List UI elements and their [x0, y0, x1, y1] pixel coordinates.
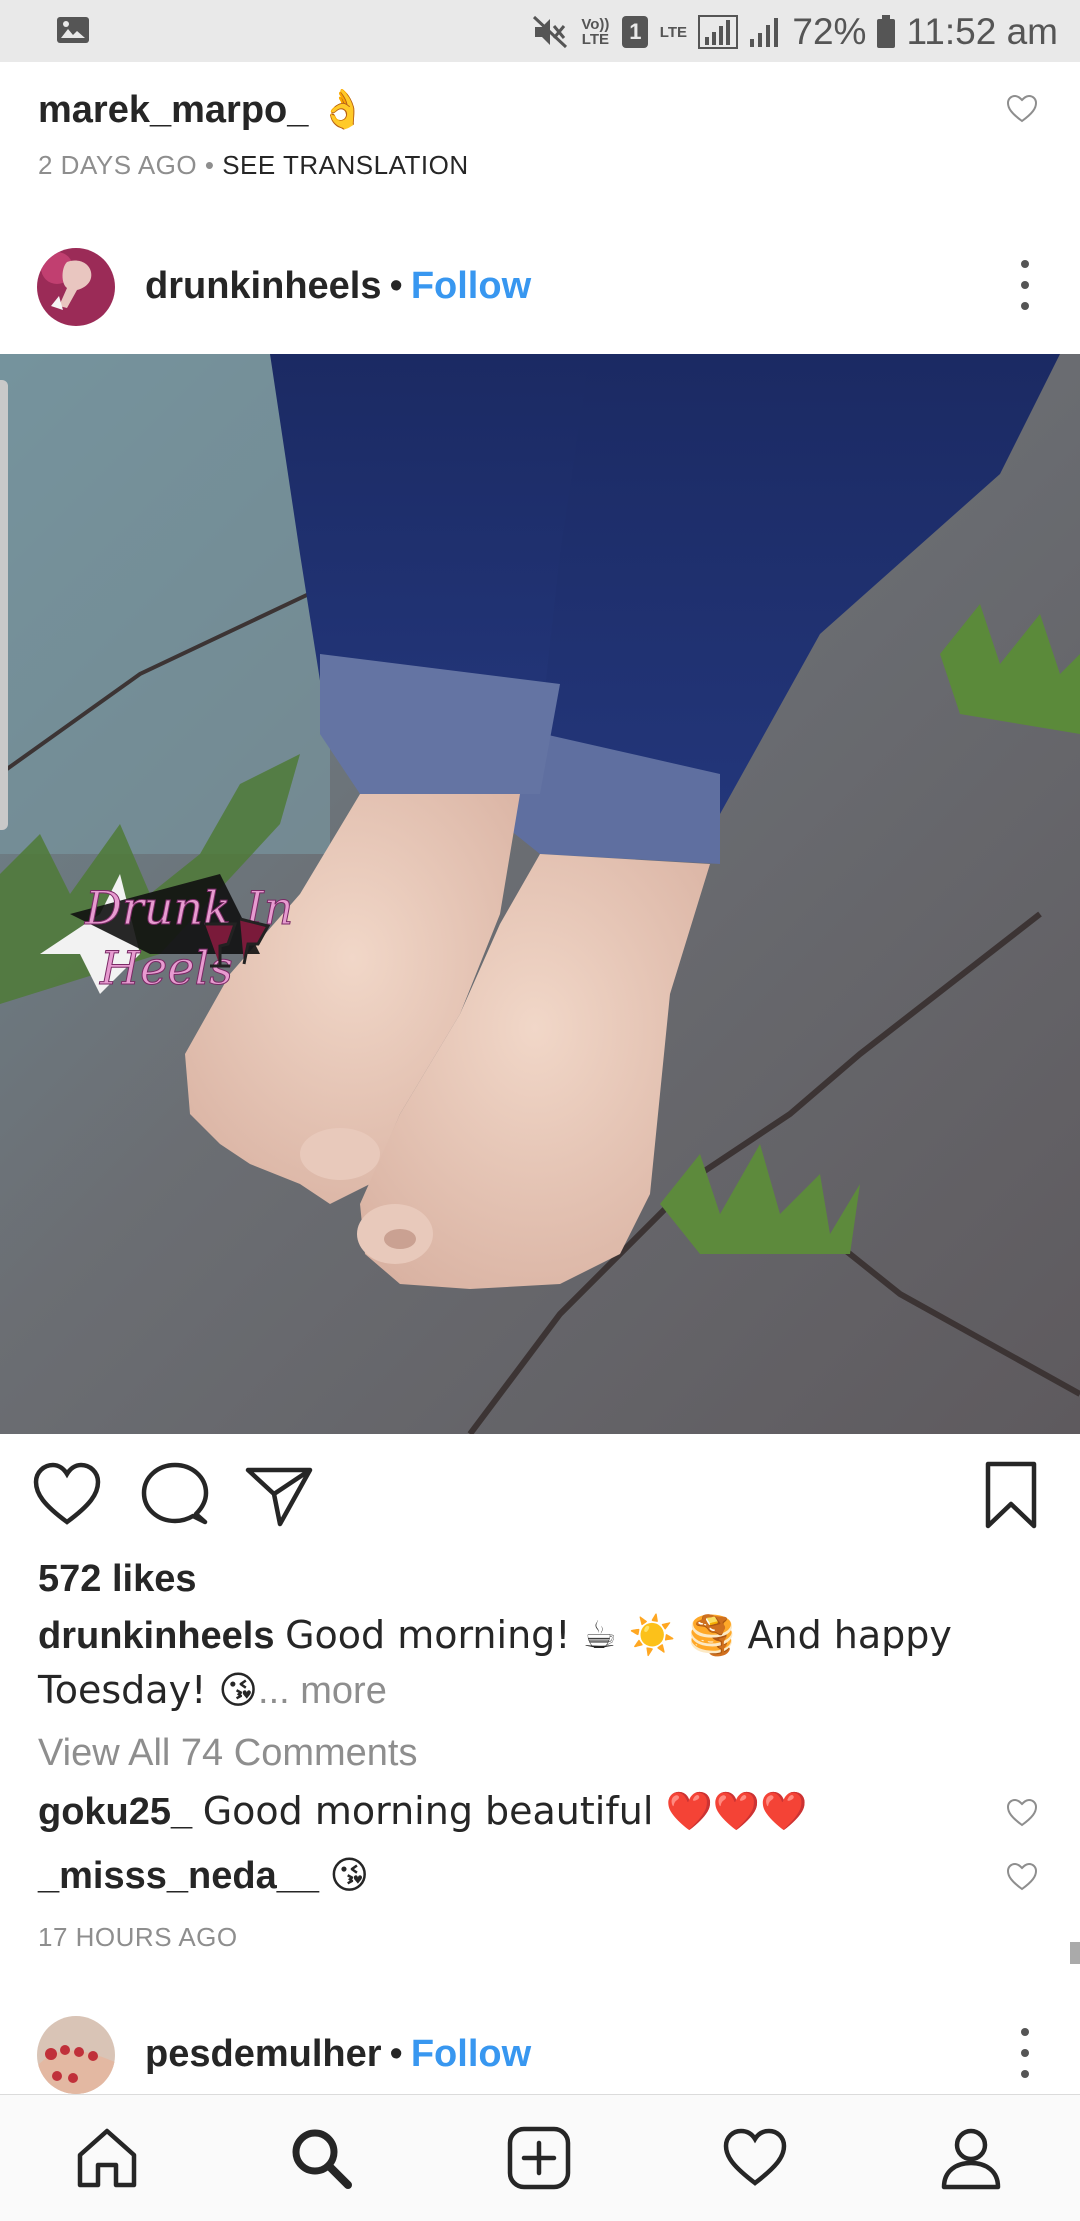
like-comment-heart-icon[interactable]: [1006, 1862, 1038, 1892]
caption-more-link[interactable]: ... more: [258, 1670, 387, 1712]
header-separator: •: [389, 2033, 403, 2075]
post-timestamp: 17 HOURS AGO: [38, 1922, 238, 1952]
comment-icon[interactable]: [140, 1460, 210, 1530]
battery-percentage: 72%: [792, 11, 867, 52]
activity-heart-icon[interactable]: [722, 2125, 788, 2191]
comment-username[interactable]: goku25_: [38, 1791, 192, 1833]
search-icon[interactable]: [288, 2125, 354, 2191]
post-image[interactable]: Drunk In Heels: [0, 354, 1080, 1434]
svg-text:Heels: Heels: [99, 941, 233, 995]
meta-separator: •: [204, 150, 215, 180]
share-direct-icon[interactable]: [244, 1460, 314, 1530]
sim-indicator: 1: [622, 16, 649, 48]
mute-icon: [533, 15, 568, 49]
edge-indicator: [0, 380, 8, 830]
save-bookmark-icon[interactable]: [976, 1460, 1046, 1530]
comment-username[interactable]: _misss_neda__: [38, 1855, 319, 1897]
follow-button[interactable]: Follow: [411, 265, 531, 307]
follow-button[interactable]: Follow: [411, 2033, 531, 2075]
gallery-notification-icon: [57, 17, 89, 43]
next-post-header: pesdemulher • Follow: [0, 2006, 1080, 2106]
home-icon[interactable]: [74, 2125, 140, 2191]
like-heart-icon[interactable]: [32, 1460, 102, 1530]
comment-item: goku25_ Good morning beautiful ❤️❤️❤️: [38, 1786, 807, 1837]
signal-strength-2-icon: [750, 18, 779, 47]
scrollbar[interactable]: [1070, 1942, 1080, 1964]
view-all-comments-link[interactable]: View All 74 Comments: [38, 1728, 417, 1778]
post-header: drunkinheels • Follow: [0, 238, 1080, 338]
add-post-icon[interactable]: [506, 2125, 572, 2191]
header-separator: •: [389, 265, 403, 307]
signal-strength-icon: [698, 15, 739, 49]
post-caption: drunkinheels Good morning! ☕ ☀️ 🥞 And ha…: [38, 1608, 1038, 1718]
comment-text: 👌: [318, 87, 367, 131]
comment-text: 😘: [329, 1853, 370, 1897]
comment-item: _misss_neda__ 😘: [38, 1850, 369, 1901]
comment-age: 2 DAYS AGO: [38, 150, 198, 180]
post-username[interactable]: pesdemulher: [145, 2033, 382, 2075]
previous-post-comment: marek_marpo_ 👌: [38, 84, 1040, 144]
bottom-navigation: [0, 2094, 1080, 2221]
post-action-bar: [0, 1434, 1080, 1554]
volte-indicator: Vo)) LTE: [581, 16, 610, 48]
network-type-indicator: LTE: [659, 23, 688, 41]
like-comment-heart-icon[interactable]: [1006, 94, 1038, 124]
caption-username[interactable]: drunkinheels: [38, 1615, 275, 1657]
status-bar: Vo)) LTE 1 LTE 72% 11:52 am: [0, 0, 1080, 62]
post-options-icon[interactable]: [1020, 260, 1030, 310]
battery-icon: [877, 15, 896, 48]
avatar[interactable]: [37, 248, 115, 326]
comment-username[interactable]: marek_marpo_: [38, 89, 308, 131]
clock: 11:52 am: [906, 11, 1058, 52]
comment-meta: 2 DAYS AGO • SEE TRANSLATION: [38, 150, 469, 181]
see-translation-link[interactable]: SEE TRANSLATION: [222, 150, 468, 180]
post-username[interactable]: drunkinheels: [145, 265, 382, 307]
profile-icon[interactable]: [938, 2125, 1004, 2191]
post-options-icon[interactable]: [1020, 2028, 1030, 2078]
avatar[interactable]: [37, 2016, 115, 2094]
likes-count[interactable]: 572 likes: [38, 1554, 196, 1604]
like-comment-heart-icon[interactable]: [1006, 1798, 1038, 1828]
comment-text: Good morning beautiful ❤️❤️❤️: [202, 1789, 808, 1833]
